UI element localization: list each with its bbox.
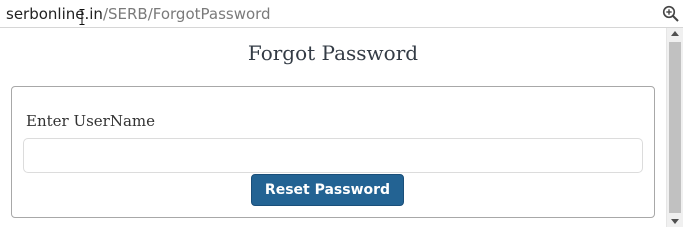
page-viewport: Forgot Password Enter UserName Reset Pas… xyxy=(0,28,666,227)
url-text[interactable]: serbonline.in/SERB/ForgotPassword xyxy=(6,4,271,24)
url-path: /SERB/ForgotPassword xyxy=(102,5,271,23)
page-title: Forgot Password xyxy=(247,41,419,65)
address-bar[interactable]: serbonline.in/SERB/ForgotPassword xyxy=(0,0,683,28)
reset-password-button[interactable]: Reset Password xyxy=(251,174,404,206)
scroll-down-arrow-icon[interactable] xyxy=(671,219,679,224)
text-cursor-icon xyxy=(79,9,85,25)
vertical-scrollbar[interactable] xyxy=(666,28,683,227)
forgot-password-panel: Enter UserName Reset Password xyxy=(11,86,655,218)
url-host: serbonline.in xyxy=(6,5,103,23)
zoom-in-icon[interactable] xyxy=(662,5,679,22)
username-input[interactable] xyxy=(23,138,643,173)
scroll-up-arrow-icon[interactable] xyxy=(671,31,679,36)
username-label: Enter UserName xyxy=(26,112,156,130)
scrollbar-thumb[interactable] xyxy=(669,42,681,213)
